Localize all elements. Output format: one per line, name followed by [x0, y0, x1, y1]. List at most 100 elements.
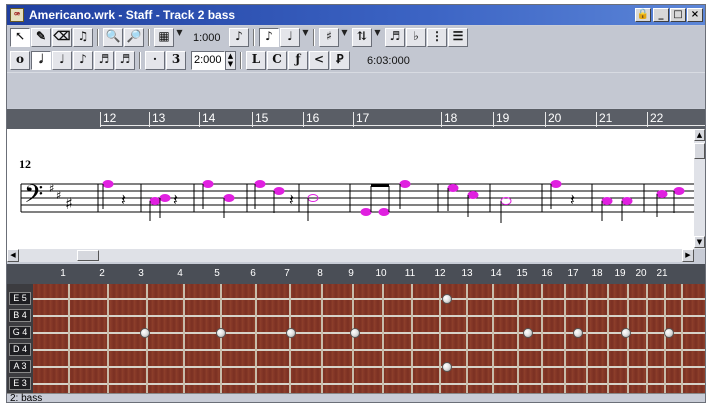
note-marker[interactable]	[286, 328, 296, 338]
fret-number: 10	[375, 268, 387, 279]
dotted-button[interactable]: ·	[145, 51, 165, 70]
fret	[564, 284, 566, 393]
note-duration-icon[interactable]: ♩	[280, 28, 300, 47]
note-marker[interactable]	[523, 328, 533, 338]
fretboard-icon[interactable]: ⋮	[427, 28, 447, 47]
eighth-note-icon[interactable]: ♪	[73, 51, 93, 70]
toolbar-separator	[148, 29, 150, 46]
scroll-thumb[interactable]	[77, 250, 99, 261]
ruler-measure: 21	[599, 111, 613, 125]
staff-pane[interactable]: 12 𝄢 ♯ ♯ ♯ 𝄽 𝄽 𝄽 𝄽	[7, 129, 694, 249]
close-icon[interactable]: ×	[687, 8, 703, 22]
note-tool-icon[interactable]: ♪	[259, 28, 279, 47]
note-marker[interactable]	[350, 328, 360, 338]
fret	[255, 284, 257, 393]
note-head	[621, 197, 633, 205]
zoom-out-icon[interactable]: 🔎	[124, 28, 144, 47]
minimize-icon[interactable]: _	[653, 8, 669, 22]
time-value[interactable]: 1:000	[193, 32, 221, 44]
snap-input[interactable]: 2:000	[191, 51, 225, 70]
triplet-button[interactable]: 3	[166, 51, 186, 70]
staff-horizontal-scrollbar[interactable]: ◀ ▶	[7, 249, 694, 262]
note-marker[interactable]	[442, 294, 452, 304]
select-arrow-icon[interactable]: ↖	[10, 28, 30, 47]
ruler-measure: 20	[548, 111, 562, 125]
ruler-measure: 14	[202, 111, 216, 125]
measure-ruler[interactable]: 12 13 14 15 16 17 18 19 20 21 22	[7, 109, 705, 129]
note-marker[interactable]	[216, 328, 226, 338]
position-readout: 6:03:000	[367, 55, 410, 67]
transpose-dropdown-icon[interactable]: ▼	[373, 28, 382, 47]
bass-clef-icon: 𝄢	[24, 180, 43, 215]
fret	[586, 284, 588, 393]
scroll-down-icon[interactable]: ▼	[694, 236, 705, 248]
string	[33, 383, 705, 385]
lyric-icon[interactable]: ♬	[385, 28, 405, 47]
transpose-icon[interactable]: ⇅	[352, 28, 372, 47]
fret	[664, 284, 666, 393]
note-marker[interactable]	[140, 328, 150, 338]
scroll-left-icon[interactable]: ◀	[7, 249, 19, 262]
toolbar-edit-tools: ↖ ✎ ⌫ ♫ 🔍 🔎 ▦ ▼ 1:000 ♪ ♪ ♩ ▼ ♯ ▼ ⇅ ▼ ♬ …	[7, 26, 705, 49]
pencil-icon[interactable]: ✎	[31, 28, 51, 47]
toolbar-separator	[97, 29, 99, 46]
note-head	[656, 190, 668, 198]
fret-number-ruler: 1 2 3 4 5 6 7 8 9 10 11 12 13 14 15 16 1…	[7, 264, 705, 284]
staff-vertical-scrollbar[interactable]: ▲ ▼	[694, 129, 705, 249]
fretboard[interactable]	[33, 284, 705, 393]
articulation-C-button[interactable]: C	[267, 51, 287, 70]
bass-staff[interactable]: 𝄢 ♯ ♯ ♯ 𝄽 𝄽 𝄽 𝄽	[7, 129, 694, 249]
note-marker[interactable]	[621, 328, 631, 338]
thirtysecond-note-icon[interactable]: ♬	[115, 51, 135, 70]
note-marker[interactable]	[664, 328, 674, 338]
toolbar-separator	[313, 29, 315, 46]
maximize-icon[interactable]: □	[670, 8, 686, 22]
eraser-icon[interactable]: ⌫	[52, 28, 72, 47]
ruler-measure: 13	[152, 111, 166, 125]
grid-icon[interactable]: ▦	[154, 28, 174, 47]
toolbar-separator	[139, 52, 141, 69]
fret-number: 14	[490, 268, 502, 279]
pedal-button[interactable]: Ꝑ	[330, 51, 350, 70]
play-from-icon[interactable]: ♪	[229, 28, 249, 47]
half-note-icon[interactable]: 𝅗𝅥	[31, 51, 51, 70]
note-head	[149, 197, 161, 205]
expression-icon[interactable]: ♭	[406, 28, 426, 47]
lock-icon[interactable]: 🔒	[635, 8, 651, 22]
scroll-right-icon[interactable]: ▶	[682, 249, 694, 262]
score-icon[interactable]: ☰	[448, 28, 468, 47]
title-bar[interactable]: ꟹ Americano.wrk - Staff - Track 2 bass 🔒…	[7, 5, 705, 25]
grid-dropdown-icon[interactable]: ▼	[175, 28, 184, 47]
snap-spinner[interactable]: ▲ ▼	[225, 51, 236, 70]
ruler-measure: 16	[306, 111, 320, 125]
fret-number: 1	[60, 268, 66, 279]
fret	[220, 284, 222, 393]
fret	[321, 284, 323, 393]
cakewalk-app-icon[interactable]: ꟹ	[10, 8, 24, 22]
fret	[541, 284, 543, 393]
note-marker[interactable]	[442, 362, 452, 372]
scroll-up-icon[interactable]: ▲	[694, 129, 705, 141]
whole-note-icon[interactable]: o	[10, 51, 30, 70]
scrub-icon[interactable]: ♫	[73, 28, 93, 47]
crescendo-button[interactable]: <	[309, 51, 329, 70]
note-marker[interactable]	[573, 328, 583, 338]
chord-icon[interactable]: ♯	[319, 28, 339, 47]
fret	[289, 284, 291, 393]
quarter-note-icon[interactable]: ♩	[52, 51, 72, 70]
duration-dropdown-icon[interactable]: ▼	[301, 28, 310, 47]
fret-number: 5	[214, 268, 220, 279]
note-head	[360, 208, 372, 216]
fret	[517, 284, 519, 393]
fret-number: 16	[541, 268, 553, 279]
scroll-thumb[interactable]	[694, 143, 705, 159]
chord-dropdown-icon[interactable]: ▼	[340, 28, 349, 47]
status-bar: 2: bass	[7, 393, 705, 402]
fret	[607, 284, 609, 393]
sixteenth-note-icon[interactable]: ♬	[94, 51, 114, 70]
accidental-sharp-icon: ♯	[65, 194, 73, 213]
zoom-in-icon[interactable]: 🔍	[103, 28, 123, 47]
fret-number: 17	[567, 268, 579, 279]
articulation-L-button[interactable]: L	[246, 51, 266, 70]
dynamics-button[interactable]: ƒ	[288, 51, 308, 70]
